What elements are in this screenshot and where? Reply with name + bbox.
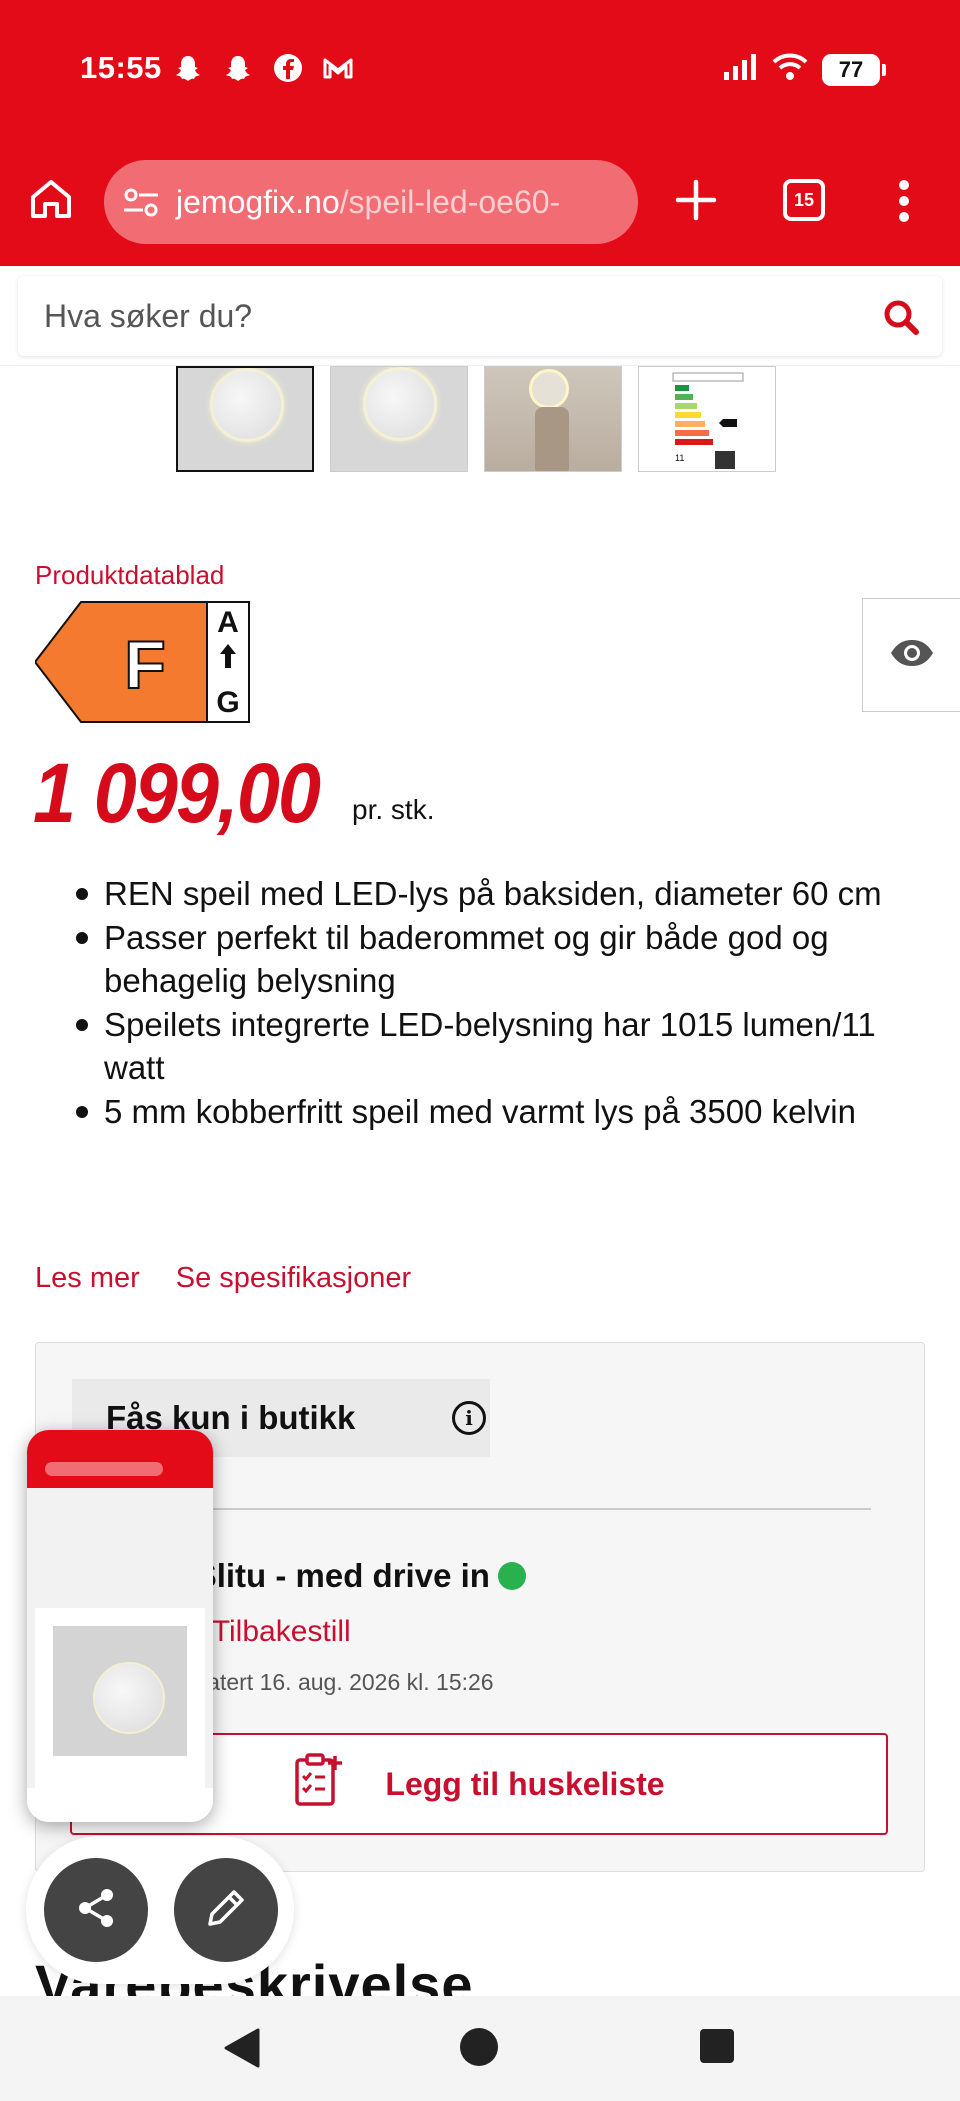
thumbnail-bathroom[interactable] bbox=[484, 366, 622, 472]
share-icon bbox=[74, 1886, 118, 1935]
share-button[interactable] bbox=[44, 1858, 148, 1962]
feature-item: Passer perfekt til baderommet og gir båd… bbox=[72, 916, 922, 1002]
divider bbox=[176, 1508, 871, 1510]
home-button[interactable] bbox=[28, 176, 74, 222]
energy-scale-top: A bbox=[217, 606, 239, 639]
edit-button[interactable] bbox=[174, 1858, 278, 1962]
search-icon[interactable] bbox=[882, 298, 920, 336]
snapchat-icon bbox=[172, 52, 204, 84]
mini-window-content bbox=[27, 1488, 213, 1788]
new-tab-button[interactable] bbox=[674, 178, 718, 222]
url-path: /speil-led-oe60- bbox=[339, 183, 561, 220]
search-box bbox=[18, 276, 942, 356]
site-search-bar bbox=[0, 266, 960, 366]
svg-text:11: 11 bbox=[675, 453, 684, 463]
wifi-icon bbox=[772, 52, 808, 87]
energy-scale-bottom: G bbox=[216, 686, 239, 719]
mini-window-url bbox=[45, 1462, 163, 1476]
thumbnail-mirror-lit[interactable] bbox=[330, 366, 468, 472]
feature-item: REN speil med LED-lys på baksiden, diame… bbox=[72, 872, 922, 915]
url-text: jemogfix.no/speil-led-oe60- bbox=[176, 184, 560, 221]
floating-window-preview[interactable] bbox=[27, 1430, 213, 1822]
eye-icon bbox=[889, 638, 935, 673]
product-datasheet-link[interactable]: Produktdatablad bbox=[35, 560, 224, 591]
price-unit: pr. stk. bbox=[352, 794, 435, 825]
notification-icons bbox=[172, 52, 354, 84]
search-input[interactable] bbox=[44, 297, 844, 335]
browser-chrome: 15:55 77 jemogfix.no/speil-led-oe60- 15 bbox=[0, 0, 960, 266]
floating-action-tray bbox=[26, 1836, 294, 1984]
product-price: 1 099,00 bbox=[33, 746, 321, 840]
more-menu-icon[interactable] bbox=[898, 180, 910, 222]
site-settings-icon[interactable] bbox=[122, 185, 160, 219]
address-bar[interactable]: jemogfix.no/speil-led-oe60- bbox=[104, 160, 638, 244]
energy-label-badge[interactable]: F A G bbox=[33, 600, 251, 724]
gmail-icon bbox=[322, 52, 354, 84]
preview-toggle-button[interactable] bbox=[862, 598, 960, 712]
product-links: Les mer Se spesifikasjoner bbox=[35, 1262, 411, 1295]
recent-apps-icon[interactable] bbox=[700, 2029, 734, 2063]
mini-window-mirror bbox=[93, 1662, 165, 1734]
back-icon[interactable] bbox=[222, 2026, 262, 2070]
add-to-wishlist-label: Legg til huskeliste bbox=[385, 1765, 665, 1802]
home-nav-icon[interactable] bbox=[460, 2028, 498, 2066]
read-more-link[interactable]: Les mer bbox=[35, 1262, 140, 1295]
thumbnail-energy-label[interactable]: 11 bbox=[638, 366, 776, 472]
system-navigation-bar bbox=[0, 1996, 960, 2101]
system-status: 77 bbox=[722, 52, 886, 87]
status-time: 15:55 bbox=[80, 50, 162, 85]
url-host: jemogfix.no bbox=[176, 183, 340, 220]
feature-item: Speilets integrerte LED-belysning har 10… bbox=[72, 1003, 922, 1089]
image-thumbnails: 11 bbox=[176, 366, 776, 472]
info-icon[interactable]: i bbox=[452, 1401, 486, 1435]
mini-window-header bbox=[27, 1430, 213, 1488]
pencil-icon bbox=[204, 1886, 248, 1935]
snapchat-icon bbox=[222, 52, 254, 84]
checklist-icon bbox=[293, 1752, 345, 1816]
feature-item: 5 mm kobberfritt speil med varmt lys på … bbox=[72, 1090, 922, 1133]
thumbnail-mirror-front[interactable] bbox=[176, 366, 314, 472]
battery-icon: 77 bbox=[822, 53, 886, 86]
mini-window-image-card bbox=[35, 1608, 205, 1788]
signal-icon bbox=[722, 52, 758, 87]
mini-window-nav bbox=[27, 1788, 213, 1822]
feature-list: REN speil med LED-lys på baksiden, diame… bbox=[72, 872, 922, 1134]
specifications-link[interactable]: Se spesifikasjoner bbox=[176, 1262, 411, 1295]
facebook-icon bbox=[272, 52, 304, 84]
reset-link[interactable]: Tilbakestill bbox=[212, 1615, 351, 1648]
energy-class-letter: F bbox=[124, 627, 166, 703]
mini-window-image bbox=[53, 1626, 187, 1756]
tab-switcher-button[interactable]: 15 bbox=[783, 179, 825, 221]
in-stock-indicator bbox=[497, 1562, 526, 1590]
